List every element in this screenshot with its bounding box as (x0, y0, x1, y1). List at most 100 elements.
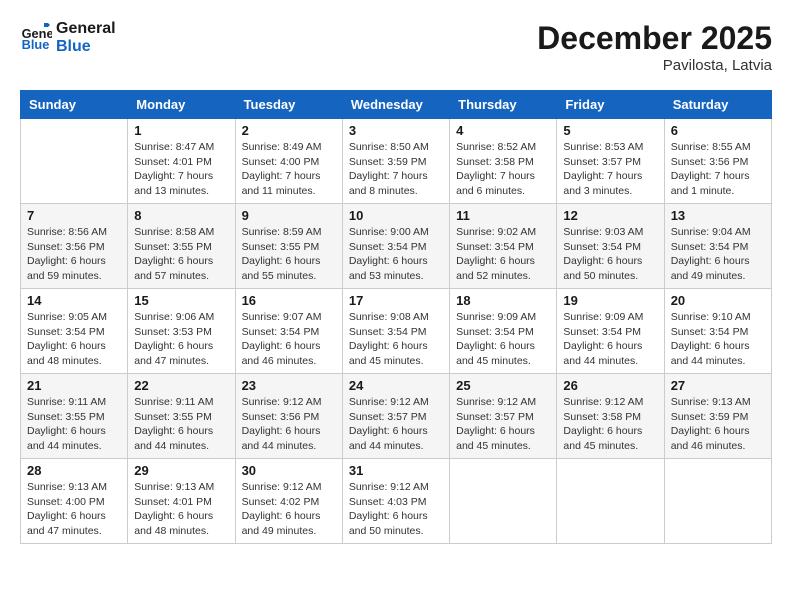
calendar-cell: 10Sunrise: 9:00 AMSunset: 3:54 PMDayligh… (342, 204, 449, 289)
cell-info: Sunrise: 9:11 AMSunset: 3:55 PMDaylight:… (27, 395, 121, 454)
cell-info: Sunrise: 9:03 AMSunset: 3:54 PMDaylight:… (563, 225, 657, 284)
day-number: 19 (563, 293, 657, 308)
cell-info: Sunrise: 9:13 AMSunset: 4:00 PMDaylight:… (27, 480, 121, 539)
weekday-header-wednesday: Wednesday (342, 91, 449, 119)
day-number: 24 (349, 378, 443, 393)
cell-info: Sunrise: 9:04 AMSunset: 3:54 PMDaylight:… (671, 225, 765, 284)
cell-info: Sunrise: 9:12 AMSunset: 3:58 PMDaylight:… (563, 395, 657, 454)
page-header: General Blue General Blue December 2025 … (20, 20, 772, 74)
day-number: 3 (349, 123, 443, 138)
calendar-cell (664, 459, 771, 544)
calendar-cell: 31Sunrise: 9:12 AMSunset: 4:03 PMDayligh… (342, 459, 449, 544)
day-number: 1 (134, 123, 228, 138)
day-number: 12 (563, 208, 657, 223)
day-number: 2 (242, 123, 336, 138)
cell-info: Sunrise: 9:09 AMSunset: 3:54 PMDaylight:… (563, 310, 657, 369)
day-number: 6 (671, 123, 765, 138)
day-number: 15 (134, 293, 228, 308)
cell-info: Sunrise: 8:50 AMSunset: 3:59 PMDaylight:… (349, 140, 443, 199)
calendar-cell: 15 Sunrise: 9:06 AMSunset: 3:53 PMDayligh… (128, 289, 235, 374)
cell-info: Sunrise: 8:59 AMSunset: 3:55 PMDaylight:… (242, 225, 336, 284)
day-number: 10 (349, 208, 443, 223)
calendar-cell: 2 Sunrise: 8:49 AMSunset: 4:00 PMDaylight… (235, 119, 342, 204)
cell-info: Sunrise: 8:49 AMSunset: 4:00 PMDaylight:… (242, 140, 336, 199)
week-row-1: 1 Sunrise: 8:47 AMSunset: 4:01 PMDaylight… (21, 119, 772, 204)
weekday-header-saturday: Saturday (664, 91, 771, 119)
cell-info: Sunrise: 9:02 AMSunset: 3:54 PMDaylight:… (456, 225, 550, 284)
day-number: 7 (27, 208, 121, 223)
calendar-cell: 4Sunrise: 8:52 AMSunset: 3:58 PMDaylight… (450, 119, 557, 204)
calendar-cell (21, 119, 128, 204)
weekday-header-sunday: Sunday (21, 91, 128, 119)
cell-info: Sunrise: 8:56 AMSunset: 3:56 PMDaylight:… (27, 225, 121, 284)
day-number: 5 (563, 123, 657, 138)
calendar-cell: 12 Sunrise: 9:03 AMSunset: 3:54 PMDayligh… (557, 204, 664, 289)
cell-info: Sunrise: 9:13 AMSunset: 4:01 PMDaylight:… (134, 480, 228, 539)
calendar-cell: 22Sunrise: 9:11 AMSunset: 3:55 PMDayligh… (128, 374, 235, 459)
calendar-cell: 28Sunrise: 9:13 AMSunset: 4:00 PMDayligh… (21, 459, 128, 544)
calendar-cell: 18 Sunrise: 9:09 AMSunset: 3:54 PMDayligh… (450, 289, 557, 374)
calendar-cell: 8 Sunrise: 8:58 AMSunset: 3:55 PMDaylight… (128, 204, 235, 289)
calendar-cell: 29Sunrise: 9:13 AMSunset: 4:01 PMDayligh… (128, 459, 235, 544)
cell-info: Sunrise: 8:58 AMSunset: 3:55 PMDaylight:… (134, 225, 228, 284)
calendar-cell: 13 Sunrise: 9:04 AMSunset: 3:54 PMDayligh… (664, 204, 771, 289)
calendar-cell: 7 Sunrise: 8:56 AMSunset: 3:56 PMDaylight… (21, 204, 128, 289)
title-block: December 2025 Pavilosta, Latvia (537, 20, 772, 74)
week-row-5: 28Sunrise: 9:13 AMSunset: 4:00 PMDayligh… (21, 459, 772, 544)
calendar-cell: 9 Sunrise: 8:59 AMSunset: 3:55 PMDaylight… (235, 204, 342, 289)
calendar-cell: 30 Sunrise: 9:12 AMSunset: 4:02 PMDayligh… (235, 459, 342, 544)
calendar-cell: 14Sunrise: 9:05 AMSunset: 3:54 PMDayligh… (21, 289, 128, 374)
month-title: December 2025 (537, 20, 772, 57)
day-number: 23 (242, 378, 336, 393)
cell-info: Sunrise: 9:13 AMSunset: 3:59 PMDaylight:… (671, 395, 765, 454)
calendar-cell: 6 Sunrise: 8:55 AMSunset: 3:56 PMDaylight… (664, 119, 771, 204)
day-number: 27 (671, 378, 765, 393)
cell-info: Sunrise: 9:08 AMSunset: 3:54 PMDaylight:… (349, 310, 443, 369)
day-number: 20 (671, 293, 765, 308)
cell-info: Sunrise: 9:12 AMSunset: 4:03 PMDaylight:… (349, 480, 443, 539)
calendar-cell: 26 Sunrise: 9:12 AMSunset: 3:58 PMDayligh… (557, 374, 664, 459)
day-number: 18 (456, 293, 550, 308)
calendar-cell: 16Sunrise: 9:07 AMSunset: 3:54 PMDayligh… (235, 289, 342, 374)
logo-icon: General Blue (20, 22, 52, 54)
calendar-cell: 19 Sunrise: 9:09 AMSunset: 3:54 PMDayligh… (557, 289, 664, 374)
calendar-cell: 23Sunrise: 9:12 AMSunset: 3:56 PMDayligh… (235, 374, 342, 459)
day-number: 26 (563, 378, 657, 393)
logo-line1: General (56, 20, 116, 38)
weekday-header-thursday: Thursday (450, 91, 557, 119)
calendar-cell: 27 Sunrise: 9:13 AMSunset: 3:59 PMDayligh… (664, 374, 771, 459)
day-number: 13 (671, 208, 765, 223)
calendar-cell: 25Sunrise: 9:12 AMSunset: 3:57 PMDayligh… (450, 374, 557, 459)
cell-info: Sunrise: 9:06 AMSunset: 3:53 PMDaylight:… (134, 310, 228, 369)
cell-info: Sunrise: 9:05 AMSunset: 3:54 PMDaylight:… (27, 310, 121, 369)
calendar-cell: 11Sunrise: 9:02 AMSunset: 3:54 PMDayligh… (450, 204, 557, 289)
cell-info: Sunrise: 8:55 AMSunset: 3:56 PMDaylight:… (671, 140, 765, 199)
weekday-header-row: SundayMondayTuesdayWednesdayThursdayFrid… (21, 91, 772, 119)
day-number: 25 (456, 378, 550, 393)
calendar-cell: 1 Sunrise: 8:47 AMSunset: 4:01 PMDaylight… (128, 119, 235, 204)
weekday-header-friday: Friday (557, 91, 664, 119)
calendar-cell: 17 Sunrise: 9:08 AMSunset: 3:54 PMDayligh… (342, 289, 449, 374)
day-number: 17 (349, 293, 443, 308)
week-row-3: 14Sunrise: 9:05 AMSunset: 3:54 PMDayligh… (21, 289, 772, 374)
logo-line2: Blue (56, 38, 116, 56)
day-number: 8 (134, 208, 228, 223)
calendar-cell (557, 459, 664, 544)
week-row-2: 7 Sunrise: 8:56 AMSunset: 3:56 PMDaylight… (21, 204, 772, 289)
svg-text:Blue: Blue (22, 37, 50, 52)
cell-info: Sunrise: 9:11 AMSunset: 3:55 PMDaylight:… (134, 395, 228, 454)
calendar-cell: 5 Sunrise: 8:53 AMSunset: 3:57 PMDaylight… (557, 119, 664, 204)
location-subtitle: Pavilosta, Latvia (537, 57, 772, 74)
calendar-cell: 24Sunrise: 9:12 AMSunset: 3:57 PMDayligh… (342, 374, 449, 459)
logo: General Blue General Blue (20, 20, 116, 55)
calendar-cell (450, 459, 557, 544)
cell-info: Sunrise: 9:12 AMSunset: 4:02 PMDaylight:… (242, 480, 336, 539)
day-number: 30 (242, 463, 336, 478)
cell-info: Sunrise: 9:07 AMSunset: 3:54 PMDaylight:… (242, 310, 336, 369)
cell-info: Sunrise: 8:53 AMSunset: 3:57 PMDaylight:… (563, 140, 657, 199)
weekday-header-tuesday: Tuesday (235, 91, 342, 119)
cell-info: Sunrise: 9:09 AMSunset: 3:54 PMDaylight:… (456, 310, 550, 369)
weekday-header-monday: Monday (128, 91, 235, 119)
cell-info: Sunrise: 8:47 AMSunset: 4:01 PMDaylight:… (134, 140, 228, 199)
day-number: 9 (242, 208, 336, 223)
